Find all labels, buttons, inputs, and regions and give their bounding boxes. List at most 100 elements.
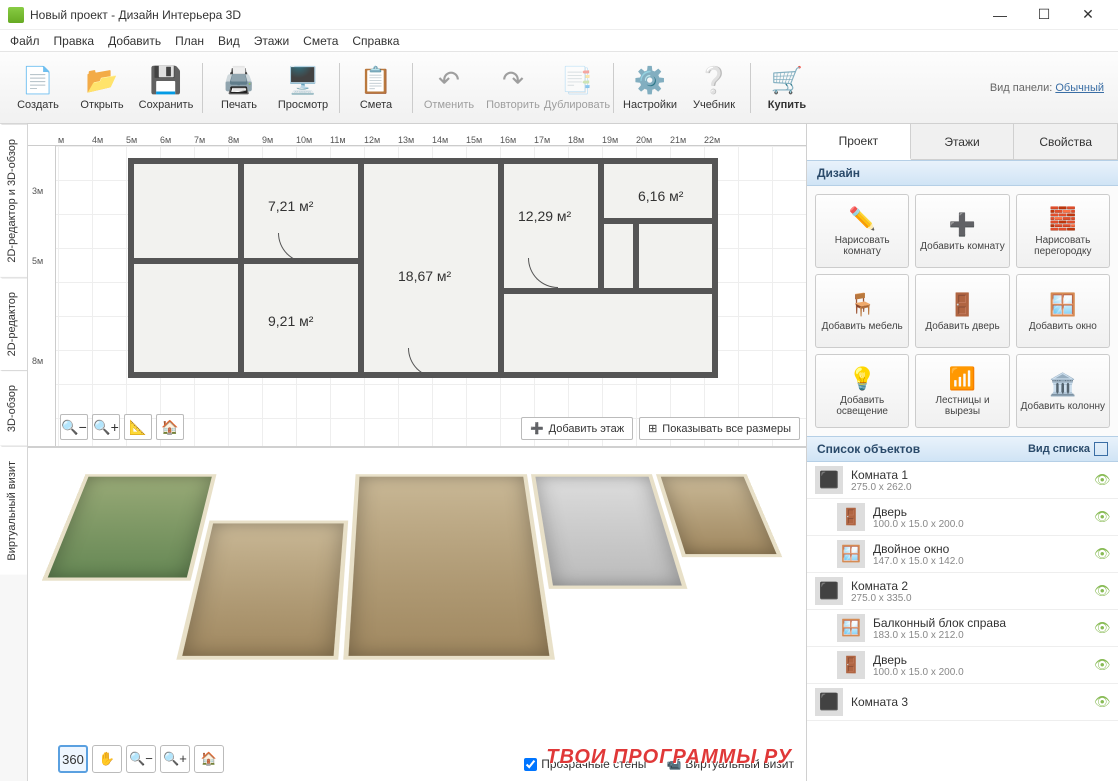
add_window-icon: 🪟 [1049,291,1077,319]
design-add_door-button[interactable]: 🚪Добавить дверь [915,274,1009,348]
undo-button[interactable]: ↶Отменить [417,57,481,119]
design-draw_room-button[interactable]: ✏️Нарисовать комнату [815,194,909,268]
draw_room-icon: ✏️ [848,205,876,233]
object-thumb-icon: ⬛ [815,688,843,716]
tab-properties[interactable]: Свойства [1014,124,1118,159]
home-button[interactable]: 🏠 [156,414,184,440]
sidetab-3d[interactable]: 3D-обзор [0,370,27,446]
add-floor-button[interactable]: ➕Добавить этаж [521,417,633,440]
design-add_light-button[interactable]: 💡Добавить освещение [815,354,909,428]
ruler-tick: 5м [126,135,160,145]
create-button[interactable]: 📄Создать [6,57,70,119]
buy-button[interactable]: 🛒Купить [755,57,819,119]
zoom-out-3d-button[interactable]: 🔍− [126,745,156,773]
pan-button[interactable]: ✋ [92,745,122,773]
wall [128,258,238,264]
separator [339,63,340,113]
object-row[interactable]: 🚪 Дверь100.0 x 15.0 x 200.0 👁 [807,499,1118,536]
titlebar: Новый проект - Дизайн Интерьера 3D — ☐ ✕ [0,0,1118,30]
menu-add[interactable]: Добавить [108,34,161,48]
reset-view-button[interactable]: 🏠 [194,745,224,773]
tab-project[interactable]: Проект [807,124,911,160]
save-button[interactable]: 💾Сохранить [134,57,198,119]
menu-edit[interactable]: Правка [54,34,95,48]
object-row[interactable]: ⬛ Комната 2275.0 x 335.0 👁 [807,573,1118,610]
zoom-in-button[interactable]: 🔍+ [92,414,120,440]
zoom-in-3d-button[interactable]: 🔍+ [160,745,190,773]
duplicate-button[interactable]: 📑Дублировать [545,57,609,119]
tab-floors[interactable]: Этажи [911,124,1015,159]
object-row[interactable]: ⬛ Комната 1275.0 x 262.0 👁 [807,462,1118,499]
ruler-tick: 4м [92,135,126,145]
gear-icon: ⚙️ [634,65,666,97]
visibility-icon[interactable]: 👁 [1094,657,1110,673]
separator [750,63,751,113]
design-stairs-button[interactable]: 📶Лестницы и вырезы [915,354,1009,428]
preview-button[interactable]: 🖥️Просмотр [271,57,335,119]
design-section-header: Дизайн [807,160,1118,186]
sidetab-2d[interactable]: 2D-редактор [0,277,27,370]
room-area-label: 12,29 м² [518,208,571,224]
design-add_column-button[interactable]: 🏛️Добавить колонну [1016,354,1110,428]
wall [633,218,639,288]
plan-right-tools: ➕Добавить этаж ⊞Показывать все размеры [521,417,800,440]
object-list: ⬛ Комната 1275.0 x 262.0 👁🚪 Дверь100.0 x… [807,462,1118,781]
view3d-tools: 360 ✋ 🔍− 🔍+ 🏠 [58,745,224,773]
measure-button[interactable]: 📐 [124,414,152,440]
print-button[interactable]: 🖨️Печать [207,57,271,119]
menu-estimate[interactable]: Смета [303,34,338,48]
zoom-out-button[interactable]: 🔍− [60,414,88,440]
clipboard-icon: 📋 [360,65,392,97]
open-button[interactable]: 📂Открыть [70,57,134,119]
room-3d [343,474,555,659]
visibility-icon[interactable]: 👁 [1094,546,1110,562]
ruler-tick: 8м [228,135,262,145]
design-add_furn-button[interactable]: 🪑Добавить мебель [815,274,909,348]
sidetab-virtual[interactable]: Виртуальный визит [0,446,27,575]
object-row[interactable]: 🪟 Балконный блок справа183.0 x 15.0 x 21… [807,610,1118,647]
ruler-tick: 19м [602,135,636,145]
objects-section-header: Список объектов Вид списка [807,436,1118,462]
wall [498,158,504,378]
redo-button[interactable]: ↷Повторить [481,57,545,119]
ruler-tick: 20м [636,135,670,145]
visibility-icon[interactable]: 👁 [1094,509,1110,525]
minimize-button[interactable]: — [978,1,1022,29]
menu-view[interactable]: Вид [218,34,240,48]
design-draw_wall-button[interactable]: 🧱Нарисовать перегородку [1016,194,1110,268]
menu-plan[interactable]: План [175,34,204,48]
list-mode-toggle[interactable]: Вид списка [1028,442,1108,456]
wall [598,218,718,224]
plan-2d-area[interactable]: 3м 5м 8м 7,21 м² 18,67 м² 12, [28,146,806,446]
settings-button[interactable]: ⚙️Настройки [618,57,682,119]
virtual-visit-button[interactable]: 📹Виртуальный визит [666,757,794,771]
ruler-tick: 17м [534,135,568,145]
visibility-icon[interactable]: 👁 [1094,472,1110,488]
visibility-icon[interactable]: 👁 [1094,620,1110,636]
add_furn-icon: 🪑 [848,291,876,319]
visibility-icon[interactable]: 👁 [1094,694,1110,710]
plan-2d-tools: 🔍− 🔍+ 📐 🏠 [60,414,184,440]
menu-help[interactable]: Справка [352,34,399,48]
menu-floors[interactable]: Этажи [254,34,289,48]
visibility-icon[interactable]: 👁 [1094,583,1110,599]
wall [238,158,244,378]
tutorial-button[interactable]: ❔Учебник [682,57,746,119]
object-row[interactable]: ⬛ Комната 3 👁 [807,684,1118,721]
show-sizes-button[interactable]: ⊞Показывать все размеры [639,417,800,440]
maximize-button[interactable]: ☐ [1022,1,1066,29]
estimate-button[interactable]: 📋Смета [344,57,408,119]
sidetab-combo[interactable]: 2D-редактор и 3D-обзор [0,124,27,277]
panel-mode-link[interactable]: Обычный [1055,82,1104,94]
menu-file[interactable]: Файл [10,34,40,48]
object-thumb-icon: 🚪 [837,503,865,531]
panel-mode: Вид панели: Обычный [990,82,1112,94]
view-3d-area[interactable]: 360 ✋ 🔍− 🔍+ 🏠 Прозрачные стены 📹Виртуаль… [28,446,806,781]
object-row[interactable]: 🪟 Двойное окно147.0 x 15.0 x 142.0 👁 [807,536,1118,573]
orbit-button[interactable]: 360 [58,745,88,773]
object-row[interactable]: 🚪 Дверь100.0 x 15.0 x 200.0 👁 [807,647,1118,684]
transparent-walls-checkbox[interactable]: Прозрачные стены [524,757,646,771]
design-add_room-button[interactable]: ➕Добавить комнату [915,194,1009,268]
close-button[interactable]: ✕ [1066,1,1110,29]
design-add_window-button[interactable]: 🪟Добавить окно [1016,274,1110,348]
